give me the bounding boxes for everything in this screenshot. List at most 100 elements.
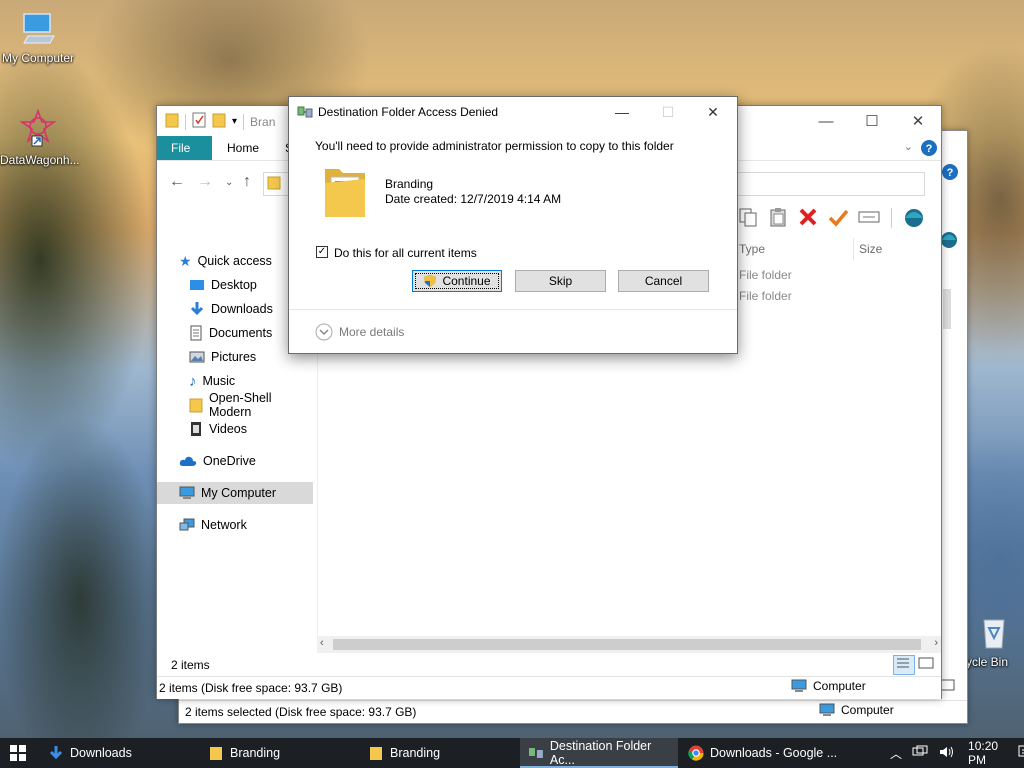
desktop-icon-label: ycle Bin bbox=[965, 655, 1009, 669]
show-hidden-icons-icon[interactable]: ︿ bbox=[890, 745, 902, 762]
column-divider bbox=[853, 238, 854, 260]
large-icons-view-icon bbox=[918, 657, 934, 669]
desktop-icon-label: DataWagonh... bbox=[0, 153, 80, 167]
desktop-icon-datawagon[interactable]: DataWagonh... bbox=[0, 108, 80, 167]
video-icon bbox=[191, 422, 201, 436]
properties-icon[interactable] bbox=[192, 112, 206, 131]
sidebar-item-pictures[interactable]: Pictures bbox=[189, 346, 256, 368]
volume-icon[interactable] bbox=[938, 745, 954, 762]
recent-locations-icon[interactable]: ⌄ bbox=[225, 177, 233, 188]
taskbar-item-label: Destination Folder Ac... bbox=[549, 739, 652, 767]
paste-icon[interactable] bbox=[767, 206, 789, 231]
copy-dialog-icon bbox=[528, 748, 543, 758]
column-header-type[interactable]: Type bbox=[739, 238, 765, 260]
sidebar-item-videos[interactable]: Videos bbox=[189, 418, 247, 440]
taskbar-item-dialog[interactable]: Destination Folder Ac... bbox=[520, 738, 678, 768]
status-location: Computer bbox=[791, 679, 866, 693]
monitor-icon bbox=[791, 679, 807, 692]
view-large-icons-button[interactable] bbox=[939, 679, 961, 695]
scrollbar-thumb[interactable] bbox=[943, 289, 951, 329]
tab-file[interactable]: File bbox=[157, 136, 212, 160]
rename-icon[interactable] bbox=[857, 206, 881, 231]
folder-icon bbox=[267, 176, 281, 190]
taskbar-item-downloads[interactable]: Downloads bbox=[40, 738, 198, 768]
folder-icon bbox=[370, 747, 382, 760]
sidebar-item-network[interactable]: Network bbox=[179, 514, 247, 536]
close-button[interactable]: ✕ bbox=[895, 106, 941, 136]
sidebar-item-music[interactable]: ♪ Music bbox=[189, 370, 235, 392]
sidebar-item-label: My Computer bbox=[201, 486, 277, 500]
sidebar-item-open-shell-modern[interactable]: Open-Shell Modern bbox=[189, 391, 317, 419]
large-icons-view-button[interactable] bbox=[917, 656, 935, 673]
sidebar-item-label: Open-Shell Modern bbox=[208, 391, 272, 419]
dialog-divider bbox=[289, 309, 737, 310]
dialog-minimize-button[interactable]: — bbox=[599, 97, 645, 127]
scrollbar-thumb[interactable] bbox=[333, 639, 921, 650]
network-icon bbox=[179, 518, 195, 531]
start-button[interactable] bbox=[0, 738, 40, 768]
checkmark-icon[interactable] bbox=[827, 206, 849, 231]
taskbar-item-chrome[interactable]: Downloads - Google ... bbox=[680, 738, 838, 768]
sidebar-item-desktop[interactable]: Desktop bbox=[189, 274, 257, 296]
forward-arrow-icon[interactable]: → bbox=[197, 173, 213, 191]
desktop-icon-my-computer[interactable]: My Computer bbox=[0, 10, 76, 65]
recycle-bin-icon bbox=[964, 612, 1024, 653]
sidebar-item-downloads[interactable]: Downloads bbox=[189, 298, 273, 320]
action-center-icon[interactable] bbox=[1018, 745, 1024, 762]
cancel-button[interactable]: Cancel bbox=[618, 270, 709, 292]
column-header-size[interactable]: Size bbox=[859, 238, 882, 260]
copy-icon[interactable] bbox=[737, 206, 759, 231]
taskbar-item-branding-2[interactable]: Branding bbox=[360, 738, 518, 768]
horizontal-scrollbar[interactable]: ‹ › bbox=[317, 636, 941, 653]
cloud-icon bbox=[179, 456, 197, 466]
separator bbox=[891, 208, 892, 228]
row-type-cell: File folder bbox=[739, 289, 792, 303]
monitor-icon bbox=[819, 703, 835, 716]
minimize-button[interactable]: — bbox=[803, 106, 849, 136]
windows-logo-icon bbox=[10, 745, 26, 761]
maximize-button[interactable]: ☐ bbox=[849, 106, 895, 136]
folder-icon bbox=[165, 112, 179, 131]
scroll-left-icon[interactable]: ‹ bbox=[320, 637, 324, 649]
delete-icon[interactable] bbox=[797, 206, 819, 231]
access-denied-dialog[interactable]: Destination Folder Access Denied — ☐ ✕ Y… bbox=[288, 96, 738, 354]
desktop-folder-icon bbox=[190, 280, 204, 290]
sidebar-item-label: Pictures bbox=[211, 350, 257, 364]
sidebar-item-label: Quick access bbox=[197, 254, 272, 268]
row-type-cell: File folder bbox=[739, 268, 792, 282]
monitor-icon bbox=[0, 10, 76, 49]
continue-button[interactable]: Continue bbox=[412, 270, 502, 292]
globe-icon[interactable] bbox=[902, 206, 926, 231]
sidebar-item-quick-access[interactable]: ★ Quick access bbox=[179, 250, 272, 272]
quick-access-dropdown-icon[interactable]: ▾ bbox=[232, 116, 237, 127]
sidebar-item-my-computer[interactable]: My Computer bbox=[157, 482, 313, 504]
sidebar-item-documents[interactable]: Documents bbox=[189, 322, 272, 344]
back-arrow-icon[interactable]: ← bbox=[169, 173, 185, 191]
skip-button[interactable]: Skip bbox=[515, 270, 606, 292]
ribbon-expand-icon[interactable]: ⌄ bbox=[904, 140, 913, 153]
apply-to-all-checkbox[interactable]: ✓ bbox=[316, 246, 328, 258]
copy-dialog-icon bbox=[297, 105, 313, 122]
download-arrow-icon bbox=[49, 746, 63, 760]
scroll-right-icon[interactable]: › bbox=[934, 637, 938, 649]
svg-text:?: ? bbox=[947, 167, 954, 179]
tab-home[interactable]: Home bbox=[213, 136, 273, 160]
clock[interactable]: 10:20 PM bbox=[968, 739, 998, 767]
sidebar-item-label: Videos bbox=[209, 422, 247, 436]
taskbar-item-label: Downloads - Google ... bbox=[710, 746, 838, 760]
details-view-button[interactable] bbox=[893, 655, 915, 675]
star-icon: ★ bbox=[179, 252, 192, 269]
dialog-close-button[interactable]: ✕ bbox=[690, 97, 736, 127]
dialog-maximize-button[interactable]: ☐ bbox=[645, 97, 691, 127]
new-folder-icon[interactable] bbox=[212, 112, 226, 131]
taskbar-item-branding-1[interactable]: Branding bbox=[200, 738, 358, 768]
globe-icon[interactable] bbox=[939, 229, 961, 251]
status-location: Computer bbox=[819, 703, 894, 717]
status-location-label: Computer bbox=[841, 703, 894, 717]
up-arrow-icon[interactable]: ↑ bbox=[243, 173, 251, 191]
more-details-toggle[interactable]: More details bbox=[315, 323, 404, 341]
network-tray-icon[interactable] bbox=[912, 745, 928, 762]
help-icon[interactable]: ? bbox=[920, 139, 938, 160]
help-icon[interactable]: ? bbox=[941, 163, 963, 183]
sidebar-item-onedrive[interactable]: OneDrive bbox=[179, 450, 256, 472]
